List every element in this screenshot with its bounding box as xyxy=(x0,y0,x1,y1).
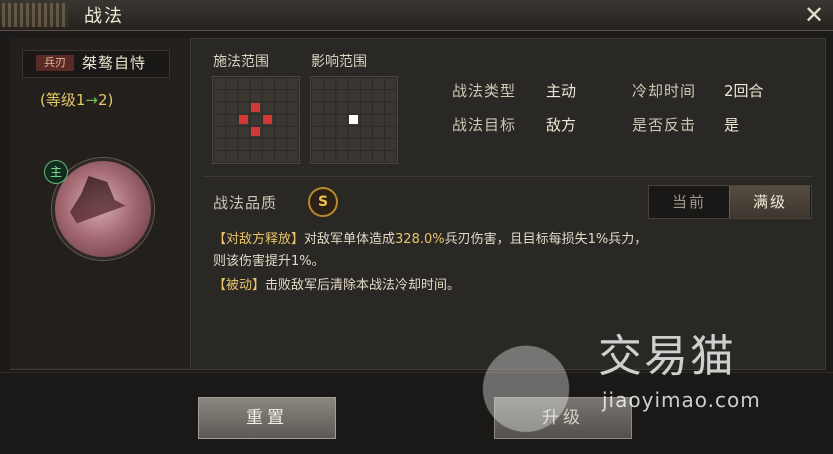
lead-badge: 主 xyxy=(44,160,68,184)
range-cell-south xyxy=(251,127,260,136)
cast-range-label: 施法范围 xyxy=(213,54,269,70)
section-divider xyxy=(203,176,813,177)
close-icon: ✕ xyxy=(803,1,825,29)
effect-range-grid xyxy=(310,76,398,164)
skill-type-value: 主动 xyxy=(546,82,577,100)
description-text-1a: 对敌军单体造成 xyxy=(304,232,396,247)
description-line-3: 【被动】击败敌军后清除本战法冷却时间。 xyxy=(213,276,803,296)
title-ornament-icon xyxy=(2,3,68,27)
range-cell-west xyxy=(239,115,248,124)
effect-range-label: 影响范围 xyxy=(311,54,367,70)
tab-current-level[interactable]: 当前 xyxy=(649,186,729,218)
range-cell-north xyxy=(251,103,260,112)
title-bar: 战法 ✕ xyxy=(0,0,833,31)
watermark-cat-icon xyxy=(466,318,586,436)
close-button[interactable]: ✕ xyxy=(801,2,827,28)
counterattack-label: 是否反击 xyxy=(632,116,697,134)
level-view-toggle: 当前 满级 xyxy=(648,185,812,219)
quality-label: 战法品质 xyxy=(213,194,278,212)
skill-target-label: 战法目标 xyxy=(452,116,517,134)
vertical-divider xyxy=(190,38,191,368)
skill-target-value: 敌方 xyxy=(546,116,577,134)
watermark-url: jiaoyimao.com xyxy=(602,388,761,412)
skill-type-label: 战法类型 xyxy=(452,82,517,100)
level-to: 2) xyxy=(97,91,114,109)
effect-cell-center xyxy=(349,115,358,124)
action-bar xyxy=(0,372,833,454)
counterattack-value: 是 xyxy=(724,116,740,134)
description-text-3: 击败敌军后清除本战法冷却时间。 xyxy=(265,278,461,293)
watermark-brand: 交易猫 xyxy=(598,331,736,382)
active-tag: 【对敌方释放】 xyxy=(213,232,305,247)
level-progress: (等级1→2) xyxy=(40,89,113,110)
quality-grade-badge: S xyxy=(308,187,338,217)
cooldown-value: 2回合 xyxy=(724,82,764,100)
tab-max-level[interactable]: 满级 xyxy=(729,186,810,218)
skill-type-badge: 兵刃 xyxy=(36,55,74,71)
description-text-1b: 兵刃伤害，且目标每损失1%兵力， xyxy=(444,232,648,247)
skill-name: 桀骜自恃 xyxy=(82,54,147,72)
description-line-1: 【对敌方释放】对敌军单体造成328.0%兵刃伤害，且目标每损失1%兵力， xyxy=(213,230,803,250)
cast-range-grid xyxy=(212,76,300,164)
level-arrow-icon: → xyxy=(85,91,98,109)
description-line-2: 则该伤害提升1%。 xyxy=(213,254,325,269)
damage-percent: 328.0% xyxy=(395,232,445,247)
level-from: (等级1 xyxy=(40,91,86,109)
reset-button[interactable]: 重置 xyxy=(198,397,336,439)
window-title: 战法 xyxy=(84,6,124,27)
passive-tag: 【被动】 xyxy=(213,278,266,293)
range-cell-east xyxy=(263,115,272,124)
cooldown-label: 冷却时间 xyxy=(632,82,697,100)
